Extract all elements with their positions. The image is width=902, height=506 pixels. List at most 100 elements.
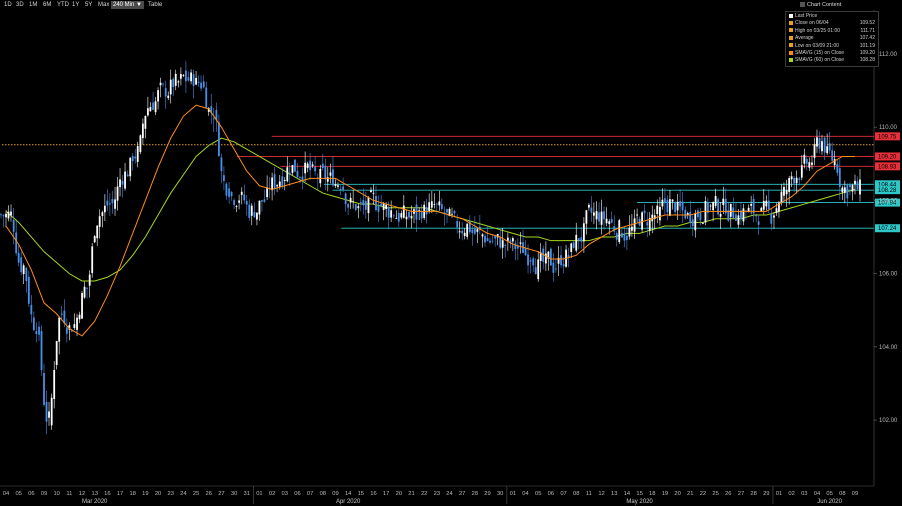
x-tick-label: 01: [510, 491, 516, 497]
x-tick-label: 07: [560, 491, 566, 497]
candle-body: [575, 234, 578, 251]
candle-body: [605, 218, 608, 224]
candle-body: [818, 138, 821, 149]
candle-body: [98, 216, 101, 227]
x-tick-label: 08: [320, 491, 326, 497]
candle-body: [321, 163, 324, 169]
candle-body: [408, 212, 410, 218]
candle-body: [200, 82, 202, 89]
candle-body: [420, 211, 423, 219]
candle-body: [390, 210, 393, 218]
candle-body: [676, 201, 679, 211]
y-tick-label: 110.00: [879, 125, 898, 131]
x-tick-label: 02: [788, 491, 794, 497]
candle-body: [499, 236, 502, 248]
candle-body: [856, 181, 859, 190]
candle-body: [767, 200, 770, 210]
y-tick-label: 106.00: [879, 272, 898, 278]
candle-body: [456, 221, 459, 228]
candle-body: [666, 199, 669, 213]
candle-body: [167, 95, 170, 99]
legend-value: 107.42: [859, 35, 875, 42]
candle-body: [410, 215, 413, 219]
candle-body: [103, 205, 106, 213]
candle-body: [141, 123, 144, 139]
candle-body: [45, 401, 48, 422]
x-tick-label: 27: [218, 491, 224, 497]
candle-body: [395, 217, 398, 219]
candle-body: [790, 176, 793, 180]
candle-body: [43, 373, 45, 405]
candle-body: [651, 214, 654, 222]
candle-body: [12, 219, 15, 232]
candle-body: [91, 246, 94, 274]
candle-body: [329, 172, 332, 176]
x-tick-label: 05: [15, 491, 21, 497]
candle-body: [402, 205, 405, 218]
legend-label: Low on 03/09 21:00: [795, 42, 839, 49]
candle-body: [453, 210, 456, 214]
candle-body: [106, 200, 109, 206]
candle-body: [438, 201, 441, 206]
candle-body: [157, 90, 159, 102]
candle-body: [38, 326, 40, 335]
candle-body: [17, 252, 20, 263]
x-tick-label: 14: [624, 491, 631, 497]
x-tick-label: 09: [332, 491, 338, 497]
candle-body: [342, 186, 345, 190]
candle-body: [446, 209, 448, 213]
level-tag-label: 108.28: [878, 188, 897, 194]
candle-body: [228, 188, 230, 197]
candle-body: [245, 201, 248, 205]
x-tick-label: 14: [345, 491, 352, 497]
candle-body: [740, 210, 742, 220]
candle-body: [709, 205, 712, 207]
legend-value: 111.71: [860, 27, 875, 34]
candle-body: [174, 73, 177, 86]
candle-body: [182, 75, 185, 76]
candle-body: [598, 212, 600, 222]
candle-body: [352, 201, 355, 203]
candle-body: [811, 162, 813, 165]
candle-body: [484, 236, 486, 243]
candle-body: [813, 144, 816, 158]
candle-body: [5, 213, 7, 218]
candle-body: [332, 169, 334, 186]
candle-body: [534, 267, 537, 275]
candle-body: [476, 229, 479, 232]
candle-body: [354, 204, 357, 210]
candle-body: [849, 184, 851, 188]
candle-body: [623, 233, 626, 241]
candle-body: [185, 70, 187, 82]
legend-row: Close on 06/04 109.52: [789, 20, 875, 26]
candle-body: [828, 143, 831, 151]
candle-body: [172, 78, 175, 88]
candle-body: [592, 212, 595, 216]
candle-body: [808, 162, 811, 168]
candle-body: [440, 204, 443, 209]
candle-body: [344, 193, 347, 205]
x-tick-label: 28: [472, 491, 478, 497]
candle-body: [527, 254, 529, 266]
candle-body: [816, 137, 818, 147]
candle-body: [552, 262, 555, 273]
candle-body: [501, 240, 504, 248]
x-tick-label: 03: [282, 491, 288, 497]
candle-body: [463, 232, 466, 237]
candle-body: [572, 242, 575, 248]
candle-body: [722, 198, 725, 206]
candle-body: [58, 317, 61, 342]
candle-body: [757, 221, 760, 225]
candle-body: [689, 211, 692, 223]
candle-body: [81, 292, 83, 319]
candle-body: [159, 82, 162, 86]
x-tick-label: 26: [206, 491, 212, 497]
candle-body: [197, 81, 200, 83]
x-tick-label: 25: [712, 491, 718, 497]
candle-body: [729, 203, 732, 217]
candle-body: [669, 199, 671, 216]
y-tick-label: 112.00: [879, 52, 898, 58]
candle-body: [580, 237, 583, 242]
candle-body: [218, 122, 220, 157]
candle-body: [433, 203, 436, 205]
